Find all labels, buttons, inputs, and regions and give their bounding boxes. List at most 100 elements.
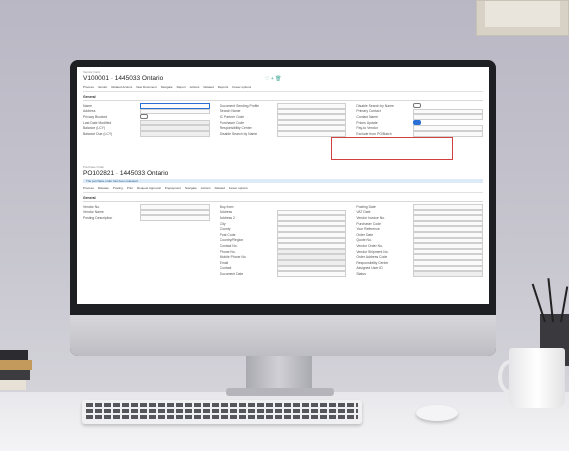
field-label: Search Name	[219, 109, 241, 114]
field-label: Status	[356, 271, 366, 276]
purchase-order-pane: Purchase Order PO102821 · 1445033 Ontari…	[83, 165, 484, 277]
field-label: Vendor Order No.	[356, 243, 383, 248]
book-stack	[0, 340, 34, 400]
page-title: V100001 · 1445033 Ontario	[83, 75, 164, 82]
action-item[interactable]: Fewer options	[229, 186, 248, 190]
field-label: Prices Update	[356, 120, 378, 125]
field-label: Privacy Blocked	[83, 114, 108, 119]
field-label: Vendor Shipment No.	[356, 249, 389, 254]
status-banner: The purchase order has been released	[83, 179, 483, 183]
action-item[interactable]: Release	[98, 186, 109, 190]
action-item[interactable]: Report	[177, 85, 186, 89]
field-label: Disable Search by Name	[219, 131, 258, 136]
date-field[interactable]	[276, 271, 347, 277]
field-label: IC Partner Code	[219, 114, 245, 119]
field-label: City	[219, 221, 226, 226]
field-label: Order Address Code	[356, 255, 388, 260]
field-label: Primary Contact	[356, 109, 381, 114]
field-label: Email	[219, 260, 229, 265]
field-label: Address	[83, 109, 96, 114]
field-label: Contact No.	[219, 243, 238, 248]
field-label: Contact Name	[356, 114, 379, 119]
action-item[interactable]: Reports	[218, 85, 229, 89]
field-label: Purchaser Code	[356, 221, 381, 226]
field-label: Address 2	[219, 215, 235, 220]
search-toggle[interactable]	[413, 103, 422, 109]
action-bar: Process Release Posting Print Request Ap…	[83, 186, 483, 193]
action-item[interactable]: Fewer options	[232, 85, 251, 89]
page-title: PO102821 · 1445033 Ontario	[83, 170, 169, 177]
field-label: Order Date	[356, 232, 374, 237]
field-label: Document Date	[219, 271, 244, 276]
privacy-toggle[interactable]	[140, 114, 148, 120]
field-label: Pay-to Vendor	[356, 126, 378, 131]
field-label: Balance (LCY)	[83, 126, 106, 131]
balance-due-field	[140, 130, 210, 137]
highlight-box	[331, 137, 453, 160]
field-label: Address	[219, 210, 233, 215]
coffee-mug	[509, 348, 565, 408]
section-header[interactable]: General	[83, 196, 483, 202]
action-item[interactable]: Actions	[190, 85, 200, 89]
field-label: Document Sending Profile	[219, 103, 260, 108]
field-label: Responsibility Center	[219, 126, 252, 131]
pencil	[531, 283, 546, 323]
section-header[interactable]: General	[83, 95, 483, 101]
field-label: Mobile Phone No.	[219, 255, 247, 260]
field-label: Last Date Modified	[83, 120, 112, 125]
field-label: Exclude from PO/Batch	[356, 131, 392, 136]
action-item[interactable]: Related	[215, 186, 225, 190]
text-field[interactable]	[140, 215, 210, 221]
action-item[interactable]: Navigate	[185, 186, 197, 190]
vendor-card-pane: Vendor Card V100001 · 1445033 Ontario ♡ …	[83, 70, 484, 137]
field-label: Contact	[219, 266, 232, 271]
field-grid: Vendor No. Vendor Name Posting Descripti…	[83, 204, 484, 277]
breadcrumb: Vendor Card	[83, 70, 100, 74]
action-item[interactable]: Related Actions	[111, 85, 132, 89]
field-label: Country/Region	[219, 238, 244, 243]
action-item[interactable]: Posting	[113, 186, 123, 190]
action-item[interactable]: Navigate	[161, 85, 173, 89]
field-label: Vendor Name	[83, 210, 104, 215]
monitor-foot	[226, 388, 334, 396]
action-item[interactable]: New Document	[136, 85, 157, 89]
field-label: Assigned User ID	[356, 266, 383, 271]
monitor-stand	[246, 356, 312, 392]
text-field[interactable]	[413, 114, 484, 120]
action-item[interactable]: Request Approval	[137, 186, 161, 190]
action-item[interactable]: Related	[203, 85, 213, 89]
field-label: Posting Description	[83, 215, 113, 220]
action-bar: Process Vendor Related Actions New Docum…	[83, 85, 483, 92]
field-label: Quote No.	[356, 238, 372, 243]
field-label: Posting Date	[356, 204, 376, 209]
field-label: Name	[83, 103, 93, 108]
prices-toggle[interactable]	[413, 120, 422, 126]
action-item[interactable]: Vendor	[98, 85, 108, 89]
mouse	[416, 405, 458, 421]
address-field[interactable]	[140, 108, 210, 115]
action-item[interactable]: Prepayment	[165, 186, 181, 190]
text-field[interactable]	[276, 130, 347, 137]
action-item[interactable]: Process	[83, 85, 94, 89]
keyboard	[82, 400, 362, 424]
field-label: Your Reference	[356, 227, 380, 232]
field-label: VAT Date	[356, 210, 371, 215]
status-field	[413, 271, 484, 277]
field-label: Post Code	[219, 232, 236, 237]
breadcrumb: Purchase Order	[83, 165, 105, 169]
field-label: Buy-from	[219, 204, 234, 209]
field-label: Balance Due (LCY)	[83, 131, 113, 136]
action-item[interactable]: Actions	[201, 186, 211, 190]
field-label: Responsibility Center	[356, 260, 389, 265]
field-label: County	[219, 227, 231, 232]
action-item[interactable]: Process	[83, 186, 94, 190]
text-field[interactable]	[413, 130, 484, 137]
field-label: Vendor Invoice No.	[356, 215, 385, 220]
field-label: Phone No.	[219, 249, 236, 254]
wall-picture-frame	[476, 0, 569, 36]
action-item[interactable]: Print	[127, 186, 133, 190]
monitor-chin	[70, 315, 496, 356]
field-label: Disable Search by Name	[356, 103, 394, 108]
heart-icon[interactable]: ♡ + 🗑	[265, 76, 282, 82]
monitor-screen: Vendor Card V100001 · 1445033 Ontario ♡ …	[77, 67, 489, 304]
